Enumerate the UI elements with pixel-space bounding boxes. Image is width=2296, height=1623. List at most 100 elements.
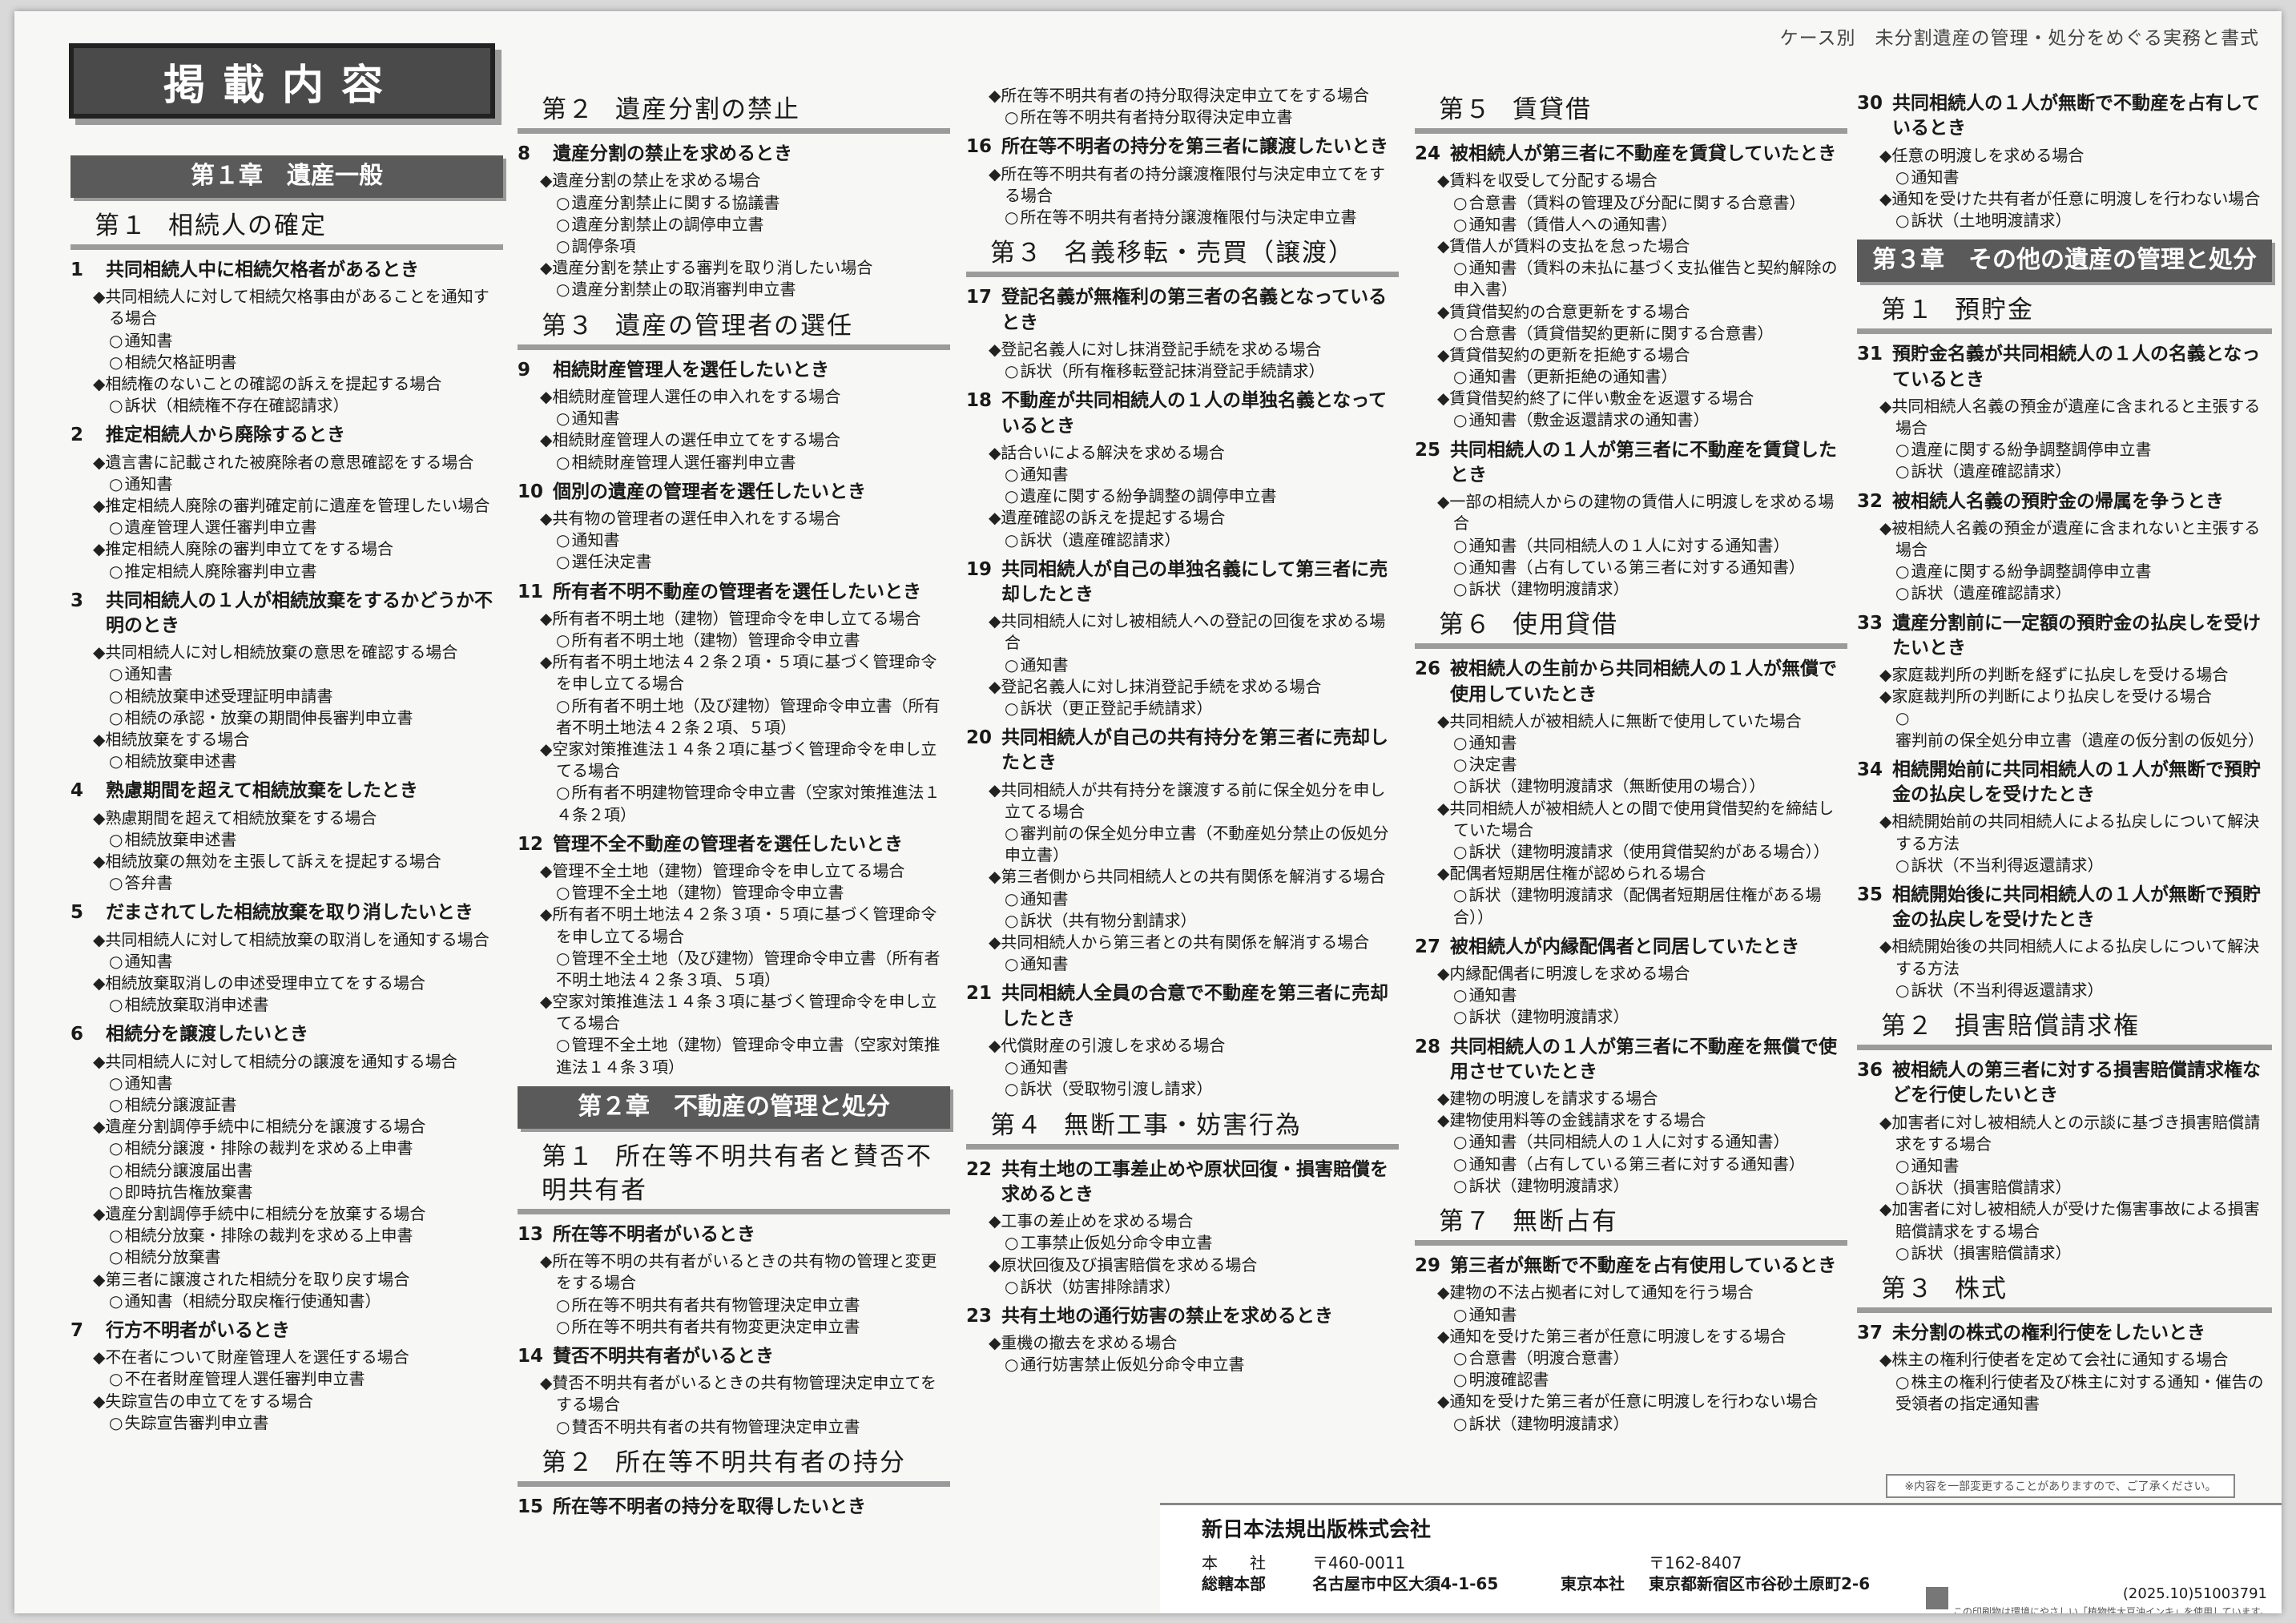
circle-bullet-icon: ○ (109, 330, 123, 350)
section-heading: 第３ 遺産の管理者の選任 (518, 309, 950, 350)
case-title: 相続財産管理人を選任したいとき (553, 359, 829, 381)
scenario-item: ◆共同相続人に対し被相続人への登記の回復を求める場合 (989, 610, 1399, 654)
scenario-text: 所有者不明土地（建物）管理命令を申し立てる場合 (552, 608, 921, 628)
form-document: ○ 相続放棄申述書 (109, 751, 503, 772)
form-document: ○ 推定相続人廃除審判申立書 (109, 561, 503, 582)
diamond-bullet-icon: ◆ (93, 1347, 106, 1367)
circle-bullet-icon: ○ (1895, 980, 1910, 1000)
diamond-bullet-icon: ◆ (1879, 188, 1892, 208)
diamond-bullet-icon: ◆ (540, 508, 553, 528)
scenario-text: 遺産分割を禁止する審判を取り消したい場合 (552, 258, 873, 278)
circle-bullet-icon: ○ (1453, 192, 1468, 212)
form-document: ○ 賛否不明共有者の共有物管理決定申立書 (556, 1416, 950, 1438)
diamond-bullet-icon: ◆ (93, 1117, 106, 1137)
case-title: 第三者が無断で不動産を占有使用しているとき (1450, 1255, 1837, 1277)
diamond-bullet-icon: ◆ (989, 779, 1001, 799)
form-document: ○ 即時抗告権放棄書 (109, 1182, 503, 1203)
scenario-item: ◆任意の明渡しを求める場合 (1879, 145, 2272, 167)
scenario-item: ◆内縁配偶者に明渡しを求める場合 (1437, 963, 1847, 985)
scenario-text: 所在等不明の共有者がいるときの共有物の管理と変更をする場合 (552, 1251, 937, 1293)
diamond-bullet-icon: ◆ (989, 611, 1001, 631)
document-name: 合意書（賃貸借契約更新に関する合意書） (1468, 323, 1774, 343)
document-name: 遺産分割禁止の調停申立書 (571, 214, 764, 234)
document-name: 遺産に関する紛争調整の調停申立書 (1020, 486, 1277, 506)
circle-bullet-icon: ○ (1005, 107, 1019, 127)
document-name: 即時抗告権放棄書 (124, 1182, 253, 1202)
scenario-item: ◆賃貸借契約の合意更新をする場合 (1437, 301, 1847, 323)
diamond-bullet-icon: ◆ (989, 1333, 1001, 1353)
scenario-text: 相続開始前の共同相続人による払戻しについて解決する方法 (1891, 812, 2260, 853)
case-title: 共同相続人中に相続欠格者があるとき (106, 259, 419, 280)
scenario-item: ◆共有物の管理者の選任申入れをする場合 (540, 508, 950, 530)
section-number: 第１ (1881, 296, 1934, 325)
scenario-item: ◆遺産分割を禁止する審判を取り消したい場合 (540, 257, 950, 279)
section-number: 第６ (1439, 610, 1492, 640)
case-number: 19 (966, 558, 993, 580)
case-topic: 14 賛否不明共有者がいるとき (518, 1344, 950, 1369)
scenario-item: ◆推定相続人廃除の審判確定前に遺産を管理したい場合 (93, 495, 503, 517)
section-number: 第２ (542, 1448, 594, 1477)
circle-bullet-icon: ○ (1005, 824, 1019, 844)
document-name: 訴状（建物明渡請求） (1468, 1175, 1629, 1195)
form-document: ○ 訴状（建物明渡請求） (1453, 1413, 1847, 1435)
scenario-text: 相続財産管理人の選任申立てをする場合 (552, 430, 840, 450)
form-document: ○ 通知書（賃料の未払に基づく支払催告と契約解除の申入書） (1453, 257, 1847, 300)
form-document: ○ 訴状（所有権移転登記抹消登記手続請求） (1005, 360, 1399, 382)
document-name: 訴状（遺産確認請求） (1911, 583, 2072, 603)
diamond-bullet-icon: ◆ (1879, 936, 1892, 956)
document-name: 通知書 (124, 473, 173, 493)
form-document: ○ 通知書 (1453, 1304, 1847, 1326)
scenario-item: ◆賃貸借契約の更新を拒絶する場合 (1437, 344, 1847, 366)
circle-bullet-icon: ○ (109, 473, 123, 493)
publisher-footer: 新日本法規出版株式会社 本 社 総轄本部 〒460-0011 名古屋市中区大須4… (1160, 1503, 2282, 1613)
case-topic: 32 被相続人名義の預貯金の帰属を争うとき (1857, 489, 2272, 514)
circle-bullet-icon: ○ (556, 552, 570, 572)
case-topic: 28 共同相続人の１人が第三者に不動産を無償で使用させていたとき (1415, 1035, 1847, 1085)
document-name: 合意書（賃料の管理及び分配に関する合意書） (1468, 192, 1806, 212)
case-title: 共同相続人の１人が第三者に不動産を賃貸したとき (1450, 439, 1837, 485)
diamond-bullet-icon: ◆ (1879, 665, 1892, 685)
form-document: ○ 所在等不明共有者持分取得決定申立書 (1005, 107, 1399, 128)
scenario-item: ◆所有者不明土地法４２条３項・５項に基づく管理命令を申し立てる場合 (540, 904, 950, 947)
diamond-bullet-icon: ◆ (989, 508, 1001, 528)
case-number: 34 (1857, 759, 1883, 780)
case-title: 共有土地の通行妨害の禁止を求めるとき (1001, 1305, 1333, 1327)
circle-bullet-icon: ○ (1005, 888, 1019, 908)
scenario-text: 重機の撤去を求める場合 (1001, 1333, 1178, 1353)
circle-bullet-icon: ○ (1453, 985, 1468, 1005)
tokyo-address: 東京都新宿区市谷砂土原町2-6 (1649, 1574, 1871, 1593)
case-title: 未分割の株式の権利行使をしたいとき (1892, 1323, 2205, 1344)
form-document: ○ 通知書 (556, 530, 950, 551)
case-topic: 11 所有者不明不動産の管理者を選任したいとき (518, 580, 950, 605)
diamond-bullet-icon: ◆ (93, 539, 106, 559)
scenario-text: 遺産分割の禁止を求める場合 (552, 171, 761, 191)
document-name: 相続財産管理人選任審判申立書 (571, 452, 796, 472)
scenario-text: 内縁配偶者に明渡しを求める場合 (1449, 963, 1690, 983)
document-name: 通知書 (124, 1073, 173, 1093)
circle-bullet-icon: ○ (1005, 1276, 1019, 1296)
form-document: ○ 明渡確認書 (1453, 1369, 1847, 1391)
document-name: 訴状（建物明渡請求） (1468, 578, 1629, 598)
section-heading: 第１ 相続人の確定 (70, 209, 503, 250)
form-document: ○ 訴状（建物明渡請求） (1453, 1006, 1847, 1028)
circle-bullet-icon: ○ (109, 1138, 123, 1158)
scenario-item: ◆通知を受けた共有者が任意に明渡しを行わない場合 (1879, 188, 2272, 210)
scenario-item: ◆通知を受けた第三者が任意に明渡しをする場合 (1437, 1326, 1847, 1347)
circle-bullet-icon: ○ (556, 1316, 570, 1336)
form-document: ○ 相続欠格証明書 (109, 352, 503, 373)
case-number: 12 (518, 833, 544, 855)
document-name: 答弁書 (124, 873, 173, 893)
form-document: ○ 通知書（相続分取戻権行使通知書） (109, 1291, 503, 1312)
circle-bullet-icon: ○ (556, 409, 570, 429)
diamond-bullet-icon: ◆ (93, 973, 106, 993)
document-name: 訴状（建物明渡請求） (1468, 1413, 1629, 1433)
scenario-item: ◆代償財産の引渡しを求める場合 (989, 1035, 1399, 1057)
section-heading: 第５ 賃貸借 (1415, 93, 1847, 135)
document-name: 管理不全土地（建物）管理命令申立書 (571, 883, 844, 903)
section-number: 第３ (1881, 1275, 1934, 1303)
scenario-item: ◆賃借人が賃料の支払を怠った場合 (1437, 236, 1847, 257)
form-document: ○ 訴状（共有物分割請求） (1005, 910, 1399, 932)
document-name: 訴状（損害賠償請求） (1911, 1242, 2072, 1263)
scenario-item: ◆一部の相続人からの建物の賃借人に明渡しを求める場合 (1437, 491, 1847, 534)
diamond-bullet-icon: ◆ (540, 386, 553, 406)
